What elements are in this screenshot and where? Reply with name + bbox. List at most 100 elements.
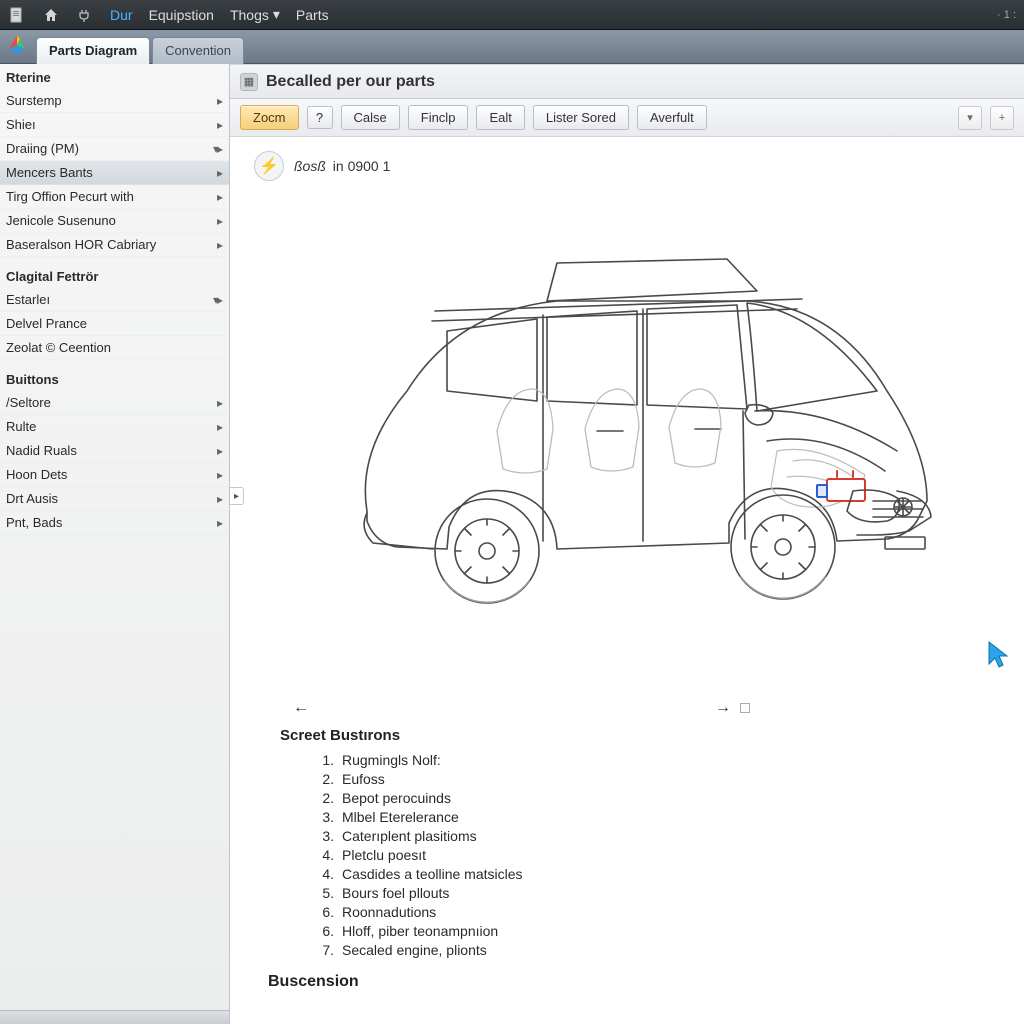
chevron-right-icon: ▸	[217, 516, 221, 530]
list-item-number: 3.	[316, 809, 334, 825]
list-item-text: Secaled engine, plionts	[342, 942, 487, 958]
expand-handle[interactable]: ▸	[230, 487, 244, 505]
sidebar-item[interactable]: Pnt, Bads ▸	[0, 511, 229, 535]
sidebar-item[interactable]: Drt Ausis▸	[0, 487, 229, 511]
list-item-number: 3.	[316, 828, 334, 844]
sidebar-item[interactable]: Baseralson HOR Cabriary ▸	[0, 233, 229, 257]
sidebar-item[interactable]: Nadid Ruals ▸	[0, 439, 229, 463]
chevron-right-icon: ▸	[217, 444, 221, 458]
sidebar-item-label: Hoon Dets	[6, 467, 67, 482]
menu-parts[interactable]: Parts	[296, 7, 329, 23]
list-item-number: 4.	[316, 847, 334, 863]
list-item[interactable]: 4.Casdides a teolline matsicles	[316, 864, 974, 883]
content-toolbar: Zocm ? Calse Finclp Ealt Lister Sored Av…	[230, 99, 1024, 137]
content-header: ▦ Becalled per our parts	[230, 65, 1024, 99]
tab-convention[interactable]: Convention	[152, 37, 244, 64]
toolbar-plus-button[interactable]: +	[990, 106, 1014, 130]
list-item-number: 5.	[316, 885, 334, 901]
help-button[interactable]: ?	[307, 106, 333, 129]
list-item-number: 6.	[316, 923, 334, 939]
sidebar-item[interactable]: Shieı▸	[0, 113, 229, 137]
list-item[interactable]: 3. Caterıplent plasitioms	[316, 826, 974, 845]
calse-button[interactable]: Calse	[341, 105, 400, 130]
averfult-button[interactable]: Averfult	[637, 105, 707, 130]
chevron-right-icon: ▾▸	[213, 142, 221, 156]
chevron-right-icon: ▸	[217, 166, 221, 180]
list-item[interactable]: 5.Bours foel pllouts	[316, 883, 974, 902]
list-item[interactable]: 6. Hloff, piber teonampnıion	[316, 921, 974, 940]
tabbar: Parts Diagram Convention	[0, 30, 1024, 64]
list-item-number: 2.	[316, 771, 334, 787]
chevron-right-icon: ▸	[217, 238, 221, 252]
sidebar-item[interactable]: Delvel Prance	[0, 312, 229, 336]
list-item[interactable]: 4.Pletclu poesıt	[316, 845, 974, 864]
menu-thogs-label: Thogs	[230, 7, 269, 23]
list-item-text: Hloff, piber teonampnıion	[342, 923, 498, 939]
sidebar-item[interactable]: Estarleı▾▸	[0, 288, 229, 312]
list-item-text: Mlbel Eterelerance	[342, 809, 459, 825]
ealt-button[interactable]: Ealt	[476, 105, 524, 130]
doc-icon[interactable]	[8, 6, 26, 24]
list-item-number: 7.	[316, 942, 334, 958]
menu-dur[interactable]: Dur	[110, 7, 133, 23]
sidebar-group-header: Clagital Fettrör	[0, 263, 229, 288]
list-item[interactable]: 3. Mlbel Eterelerance	[316, 807, 974, 826]
sidebar-item[interactable]: Draiing (PM)▾▸	[0, 137, 229, 161]
list-item[interactable]: 2.Eufoss	[316, 769, 974, 788]
sidebar-item[interactable]: Tirg Offion Pecurt with ▸	[0, 185, 229, 209]
diagram-nav: ← →	[250, 697, 1004, 719]
tab-parts-diagram[interactable]: Parts Diagram	[36, 37, 150, 64]
chevron-right-icon: ▸	[217, 420, 221, 434]
list-item-text: Roonnadutions	[342, 904, 436, 920]
finclp-button[interactable]: Finclp	[408, 105, 469, 130]
sidebar-item[interactable]: Hoon Dets ▸	[0, 463, 229, 487]
sidebar-item-label: Rulte	[6, 419, 36, 434]
sidebar-item-label: Tirg Offion Pecurt with	[6, 189, 134, 204]
sidebar-item[interactable]: Zeolat © Ceention	[0, 336, 229, 360]
menu-equipstion[interactable]: Equipstion	[149, 7, 214, 23]
toolbar-dropdown[interactable]: ▾	[958, 106, 982, 130]
vehicle-diagram[interactable]	[250, 191, 1004, 691]
next-diagram-button[interactable]: →	[712, 697, 734, 719]
zoom-button[interactable]: Zocm	[240, 105, 299, 130]
sidebar-item-label: Surstemp	[6, 93, 62, 108]
diagram-meta: ßosß in 0900 1	[294, 158, 390, 174]
chevron-right-icon: ▾▸	[213, 293, 221, 307]
lister-sored-button[interactable]: Lister Sored	[533, 105, 629, 130]
sidebar-item-label: Mencers Bants	[6, 165, 93, 180]
plug-icon[interactable]	[76, 6, 94, 24]
page-title: Becalled per our parts	[266, 73, 435, 91]
sidebar-item[interactable]: Rulte ▸	[0, 415, 229, 439]
home-icon[interactable]	[42, 6, 60, 24]
list-item-number: 4.	[316, 866, 334, 882]
prev-diagram-button[interactable]: ←	[290, 697, 312, 719]
topbar: Dur Equipstion Thogs ▾ Parts · 1 :	[0, 0, 1024, 30]
chevron-right-icon: ▸	[217, 396, 221, 410]
sidebar-group-header: Buittons	[0, 366, 229, 391]
sidebar-item-label: Nadid Ruals	[6, 443, 77, 458]
parts-list-heading: Screet Bustırons	[280, 727, 974, 744]
sidebar-item[interactable]: Jenicole Susenuno▸	[0, 209, 229, 233]
chevron-right-icon: ▸	[217, 94, 221, 108]
sidebar-resize-handle[interactable]	[0, 1010, 229, 1024]
chevron-right-icon: ▸	[217, 492, 221, 506]
sidebar-item[interactable]: Mencers Bants ▸	[0, 161, 229, 185]
menu-thogs[interactable]: Thogs ▾	[230, 6, 280, 23]
list-item-text: Caterıplent plasitioms	[342, 828, 477, 844]
chevron-right-icon: ▸	[217, 468, 221, 482]
sidebar-item-label: Baseralson HOR Cabriary	[6, 237, 156, 252]
sidebar-item[interactable]: /Seltore▸	[0, 391, 229, 415]
list-item[interactable]: 1.Rugmingls Nolf:	[316, 750, 974, 769]
sidebar-item-label: Delvel Prance	[6, 316, 87, 331]
sidebar-item-label: Pnt, Bads	[6, 515, 62, 530]
diagram-stage: ▸ ⚡ ßosß in 0900 1	[230, 137, 1024, 1024]
chevron-right-icon: ▸	[217, 118, 221, 132]
list-item[interactable]: 6. Roonnadutions	[316, 902, 974, 921]
list-item-text: Rugmingls Nolf:	[342, 752, 441, 768]
sidebar-item[interactable]: Surstemp ▸	[0, 89, 229, 113]
chevron-right-icon: ▸	[217, 190, 221, 204]
content-area: ▦ Becalled per our parts Zocm ? Calse Fi…	[230, 64, 1024, 1024]
list-item[interactable]: 2.Bepot perocuinds	[316, 788, 974, 807]
list-item-number: 6.	[316, 904, 334, 920]
list-item[interactable]: 7. Secaled engine, plionts	[316, 940, 974, 959]
